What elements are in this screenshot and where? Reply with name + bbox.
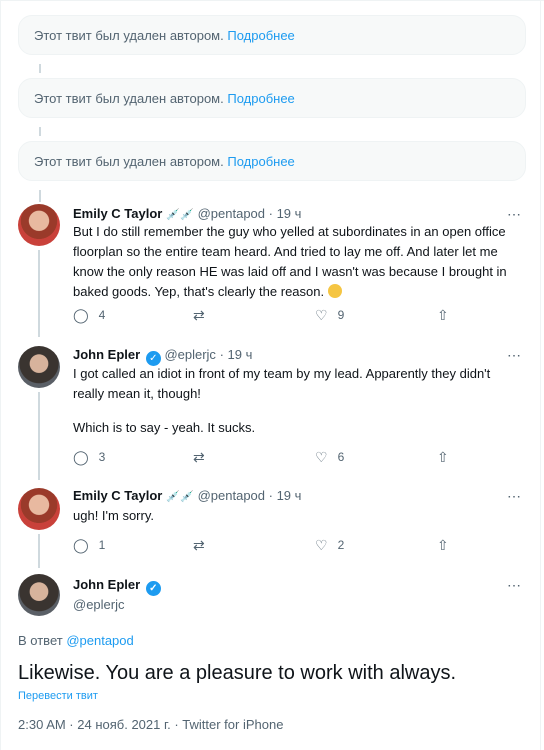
retweet-icon: ⇄ [193,449,205,465]
avatar[interactable] [18,204,60,246]
deleted-tweet-notice: Этот твит был удален автором. Подробнее [18,15,526,55]
like-count: 2 [337,538,345,552]
reply-count: 4 [98,308,106,322]
tweet-text-content: But I do still remember the guy who yell… [73,224,507,299]
translate-tweet-link[interactable]: Перевести твит [18,689,98,703]
timestamp[interactable]: · 19 ч [220,347,253,362]
tweet-text: But I do still remember the guy who yell… [73,222,518,302]
heart-icon: ♡ [315,449,328,465]
thread-connector [39,127,41,136]
reply-button[interactable]: ◯ 1 [73,536,105,554]
author-name[interactable]: Emily C Taylor [73,206,162,221]
timestamp[interactable]: · 19 ч [269,488,302,503]
share-icon: ⇧ [437,307,449,323]
tweet-text: I got called an idiot in front of my tea… [73,366,491,401]
like-count: 6 [337,450,345,464]
author-handle[interactable]: @eplerjc [73,596,125,614]
top-border [0,0,544,1]
reply-button[interactable]: ◯ 3 [73,448,105,466]
reply-button[interactable]: ◯ 4 [73,306,105,324]
deleted-tweet-notice: Этот твит был удален автором. Подробнее [18,141,526,181]
reply-icon: ◯ [73,537,89,553]
thread-line [38,534,40,568]
deleted-notice-text: Этот твит был удален автором. [34,28,224,43]
deleted-notice-text: Этот твит был удален автором. [34,154,224,169]
like-button[interactable]: ♡ 2 [315,536,344,554]
verified-icon: ✓ [145,581,161,596]
more-icon[interactable]: ⋯ [507,346,522,364]
reply-icon: ◯ [73,307,89,323]
deleted-tweet-notice: Этот твит был удален автором. Подробнее [18,78,526,118]
tweet-header: John Epler ✓ @eplerjc · 19 ч [73,346,252,366]
timestamp[interactable]: · 19 ч [269,206,302,221]
like-button[interactable]: ♡ 9 [315,306,344,324]
retweet-icon: ⇄ [193,307,205,323]
more-icon[interactable]: ⋯ [507,487,522,505]
learn-more-link[interactable]: Подробнее [227,28,294,43]
thinking-face-icon [327,284,342,298]
syringe-icon: 💉 [179,491,194,503]
reply-prefix: В ответ [18,633,63,648]
tweet-actions: ◯ 3 ⇄ ♡ 6 ⇧ [73,448,473,466]
author-handle[interactable]: @pentapod [198,488,265,503]
learn-more-link[interactable]: Подробнее [227,91,294,106]
thread-line [38,392,40,480]
share-icon: ⇧ [437,449,449,465]
tweet-actions: ◯ 1 ⇄ ♡ 2 ⇧ [73,536,473,554]
author-name[interactable]: John Epler ✓ [73,576,161,596]
mention-link[interactable]: @pentapod [66,633,133,648]
main-tweet-text: Likewise. You are a pleasure to work wit… [18,662,457,684]
heart-icon: ♡ [315,307,328,323]
author-name-text[interactable]: John Epler [73,577,140,592]
more-icon[interactable]: ⋯ [507,205,522,223]
retweet-button[interactable]: ⇄ [193,448,215,466]
share-button[interactable]: ⇧ [437,448,459,466]
left-border [0,0,1,750]
deleted-notice-text: Этот твит был удален автором. [34,91,224,106]
share-icon: ⇧ [437,537,449,553]
avatar[interactable] [18,346,60,388]
author-handle[interactable]: @pentapod [198,206,265,221]
right-border [540,0,541,750]
retweet-button[interactable]: ⇄ [193,536,215,554]
author-handle[interactable]: @eplerjc [164,347,216,362]
reply-count: 1 [98,538,106,552]
like-count: 9 [337,308,345,322]
heart-icon: ♡ [315,537,328,553]
tweet-text: ugh! I'm sorry. [73,508,154,523]
tweet-text: Which is to say - yeah. It sucks. [73,420,256,435]
reply-icon: ◯ [73,449,89,465]
author-name[interactable]: John Epler [73,347,140,362]
like-button[interactable]: ♡ 6 [315,448,344,466]
reply-count: 3 [98,450,106,464]
syringe-icon: 💉 [165,491,180,503]
learn-more-link[interactable]: Подробнее [227,154,294,169]
retweet-icon: ⇄ [193,537,205,553]
thread-connector [39,64,41,73]
avatar[interactable] [18,488,60,530]
share-button[interactable]: ⇧ [437,536,459,554]
thread-line [38,250,40,337]
retweet-button[interactable]: ⇄ [193,306,215,324]
tweet-actions: ◯ 4 ⇄ ♡ 9 ⇧ [73,306,473,324]
tweet-header: Emily C Taylor 💉💉 @pentapod · 19 ч [73,487,301,506]
author-name[interactable]: Emily C Taylor [73,488,162,503]
share-button[interactable]: ⇧ [437,306,459,324]
more-icon[interactable]: ⋯ [507,576,522,594]
reply-context: В ответ @pentapod [18,632,134,650]
avatar[interactable] [18,574,60,616]
tweet-metadata: 2:30 AM · 24 нояб. 2021 г. · Twitter for… [18,717,284,732]
thread-connector [39,190,41,202]
